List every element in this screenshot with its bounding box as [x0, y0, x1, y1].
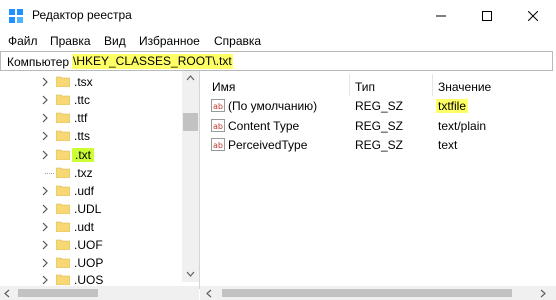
folder-icon — [56, 94, 70, 105]
value-type: REG_SZ — [355, 138, 404, 152]
value-type: REG_SZ — [355, 99, 404, 113]
tree-item[interactable]: .udt — [0, 218, 182, 236]
column-divider[interactable] — [349, 74, 350, 96]
scroll-up-icon[interactable] — [186, 75, 195, 81]
key-tree: .tsx .ttc .ttf .tts .txt .txz .udf .UDL — [0, 71, 200, 289]
column-divider[interactable] — [432, 74, 433, 96]
address-root: Компьютер — [7, 55, 70, 69]
tree-item-label: .txz — [74, 166, 93, 180]
folder-icon — [56, 112, 70, 123]
chevron-right-icon[interactable] — [40, 185, 50, 197]
svg-text:ab: ab — [213, 122, 223, 131]
tree-item-label: .UDL — [74, 202, 102, 216]
tree-item[interactable]: .ttf — [0, 109, 182, 127]
svg-text:ab: ab — [213, 102, 223, 111]
tree-item[interactable]: .UOF — [0, 236, 182, 254]
menu-favorites[interactable]: Избранное — [139, 34, 200, 48]
folder-icon — [56, 203, 70, 214]
menu-file[interactable]: Файл — [8, 34, 38, 48]
window-title: Редактор реестра — [32, 8, 132, 22]
value-name: Content Type — [228, 119, 300, 133]
tree-item-label: .UOF — [74, 238, 103, 252]
tree-item-label: .UOS — [74, 273, 104, 287]
folder-icon — [56, 221, 70, 232]
tree-item-label: .txt — [72, 148, 95, 162]
chevron-right-icon[interactable] — [40, 130, 50, 142]
tree-item-selected[interactable]: .txt — [0, 146, 182, 164]
value-name: PerceivedType — [228, 138, 308, 152]
tree-item[interactable]: .tts — [0, 127, 182, 145]
menu-view[interactable]: Вид — [104, 34, 126, 48]
values-horizontal-scrollbar[interactable] — [200, 286, 556, 300]
tree-item[interactable]: .UDL — [0, 200, 182, 218]
minimize-icon — [436, 15, 446, 16]
chevron-right-icon[interactable] — [40, 112, 50, 124]
maximize-button[interactable] — [464, 0, 510, 31]
menu-help[interactable]: Справка — [214, 34, 261, 48]
reg-sz-icon: ab — [211, 119, 225, 132]
chevron-right-icon[interactable] — [40, 203, 50, 215]
value-data: txtfile — [436, 99, 469, 113]
folder-icon — [56, 167, 70, 178]
chevron-right-icon[interactable] — [40, 239, 50, 251]
maximize-icon — [482, 10, 492, 21]
tree-item-label: .udf — [74, 184, 95, 198]
chevron-right-icon[interactable] — [40, 274, 50, 286]
value-row[interactable]: ab (По умолчанию) REG_SZ txtfile — [200, 97, 556, 116]
chevron-right-icon[interactable] — [40, 76, 50, 88]
value-type: REG_SZ — [355, 119, 404, 133]
menu-edit[interactable]: Правка — [50, 34, 91, 48]
tree-item[interactable]: .tsx — [0, 73, 182, 91]
value-data: text/plain — [438, 119, 487, 133]
tree-item[interactable]: .ttc — [0, 91, 182, 109]
minimize-button[interactable] — [418, 0, 464, 31]
tree-item-label: .UOP — [74, 256, 104, 270]
scroll-left-icon[interactable] — [206, 289, 212, 298]
svg-text:ab: ab — [213, 141, 223, 150]
tree-item-label: .ttf — [74, 111, 88, 125]
value-row[interactable]: ab PerceivedType REG_SZ text — [200, 136, 556, 155]
chevron-right-icon[interactable] — [40, 149, 50, 161]
close-button[interactable] — [510, 0, 556, 31]
folder-icon — [56, 185, 70, 196]
tree-item[interactable]: .txz — [0, 164, 182, 182]
scroll-left-icon[interactable] — [4, 289, 10, 298]
folder-icon — [56, 149, 70, 160]
folder-icon — [56, 274, 70, 285]
value-row[interactable]: ab Content Type REG_SZ text/plain — [200, 117, 556, 136]
scrollbar-thumb[interactable] — [222, 289, 512, 297]
chevron-right-icon[interactable] — [40, 257, 50, 269]
scrollbar-thumb[interactable] — [18, 289, 98, 297]
regedit-icon — [9, 9, 23, 23]
tree-item[interactable]: .udf — [0, 182, 182, 200]
folder-icon — [56, 239, 70, 250]
scrollbar-thumb[interactable] — [183, 113, 198, 131]
address-bar[interactable]: Компьютер \HKEY_CLASSES_ROOT\.txt — [0, 51, 553, 71]
tree-connector — [45, 173, 54, 174]
scroll-right-icon[interactable] — [540, 289, 546, 298]
tree-vertical-scrollbar[interactable] — [182, 71, 199, 282]
folder-icon — [56, 76, 70, 87]
reg-sz-icon: ab — [211, 138, 225, 151]
menu-bar: Файл Правка Вид Избранное Справка — [0, 31, 556, 51]
close-icon — [528, 10, 538, 21]
chevron-right-icon[interactable] — [40, 221, 50, 233]
tree-item-label: .udt — [74, 220, 95, 234]
tree-item-label: .tts — [74, 129, 91, 143]
value-name: (По умолчанию) — [228, 99, 318, 113]
folder-icon — [56, 257, 70, 268]
address-path: \HKEY_CLASSES_ROOT\.txt — [72, 54, 233, 69]
tree-item[interactable]: .UOP — [0, 254, 182, 272]
title-bar: Редактор реестра — [0, 0, 556, 31]
folder-icon — [56, 130, 70, 141]
value-data: text — [438, 138, 458, 152]
scroll-down-icon[interactable] — [186, 271, 195, 277]
tree-item-label: .tsx — [74, 75, 93, 89]
chevron-right-icon[interactable] — [40, 94, 50, 106]
tree-item-label: .ttc — [74, 93, 91, 107]
tree-horizontal-scrollbar[interactable] — [0, 286, 199, 300]
reg-sz-icon: ab — [211, 99, 225, 112]
